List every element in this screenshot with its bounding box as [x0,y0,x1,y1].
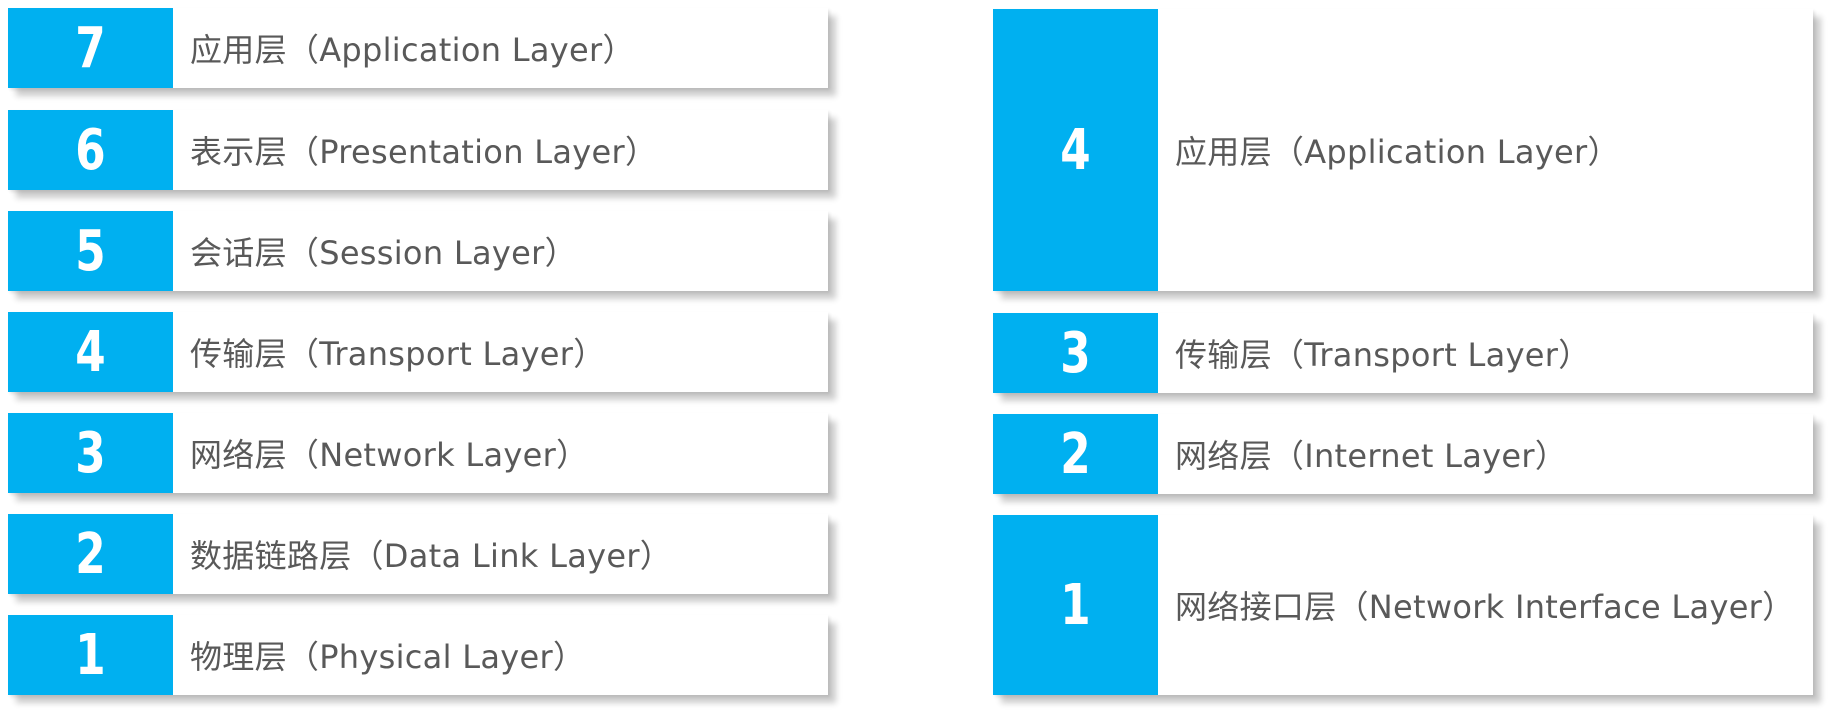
layer-number: 2 [993,414,1158,494]
layer-number: 2 [8,514,173,594]
layer-number: 4 [993,9,1158,291]
layer-number: 3 [993,313,1158,393]
osi-layer-4: 4 传输层（Transport Layer） [8,312,828,392]
layer-number-text: 3 [75,420,106,486]
layer-number-text: 4 [75,319,106,385]
layer-label: 网络接口层（Network Interface Layer） [1175,588,1795,626]
layer-label: 物理层（Physical Layer） [190,638,586,676]
layer-label: 网络层（Network Layer） [190,436,589,474]
osi-layer-7: 7 应用层（Application Layer） [8,8,828,88]
osi-layer-2: 2 数据链路层（Data Link Layer） [8,514,828,594]
osi-layer-1: 1 物理层（Physical Layer） [8,615,828,695]
layer-label: 会话层（Session Layer） [190,234,577,272]
osi-layer-3: 3 网络层（Network Layer） [8,413,828,493]
tcpip-layer-4: 4 应用层（Application Layer） [993,9,1813,291]
layer-number: 1 [993,515,1158,695]
layer-number-text: 2 [1060,421,1091,487]
layer-number: 6 [8,110,173,190]
layer-number-text: 2 [75,521,106,587]
layer-number-text: 7 [75,15,106,81]
layer-label: 传输层（Transport Layer） [1175,336,1591,374]
layer-label: 表示层（Presentation Layer） [190,133,658,171]
layer-label: 数据链路层（Data Link Layer） [190,537,673,575]
layer-number: 1 [8,615,173,695]
tcpip-layer-3: 3 传输层（Transport Layer） [993,313,1813,393]
layer-number: 3 [8,413,173,493]
osi-layer-6: 6 表示层（Presentation Layer） [8,110,828,190]
layer-number-text: 6 [75,117,106,183]
layer-number-text: 5 [75,218,106,284]
layer-number: 7 [8,8,173,88]
layer-number: 4 [8,312,173,392]
layer-number: 5 [8,211,173,291]
tcpip-layer-2: 2 网络层（Internet Layer） [993,414,1813,494]
layer-label: 应用层（Application Layer） [190,31,635,69]
layer-number-text: 3 [1060,320,1091,386]
osi-layer-5: 5 会话层（Session Layer） [8,211,828,291]
layer-number-text: 1 [75,622,106,688]
layer-number-text: 1 [1060,572,1091,638]
layer-label: 应用层（Application Layer） [1175,133,1620,171]
layer-number-text: 4 [1060,117,1091,183]
tcpip-layer-1: 1 网络接口层（Network Interface Layer） [993,515,1813,695]
layer-label: 传输层（Transport Layer） [190,335,606,373]
layer-label: 网络层（Internet Layer） [1175,437,1568,475]
